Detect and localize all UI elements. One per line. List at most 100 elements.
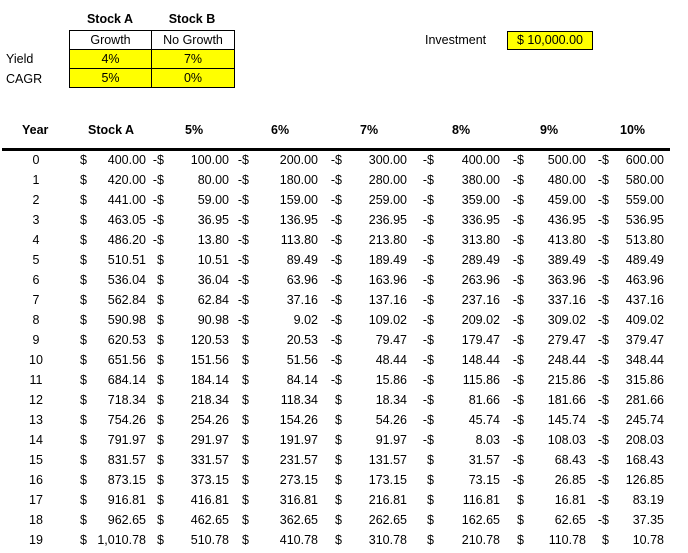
c6-value-cell[interactable]: 316.81 [258,490,318,510]
c8-value-cell[interactable]: 336.95 [440,210,500,230]
c6-value-cell[interactable]: 273.15 [258,470,318,490]
year-cell[interactable]: 15 [20,450,52,470]
year-cell[interactable]: 12 [20,390,52,410]
c9-value-cell[interactable]: 279.47 [526,330,586,350]
c10-value-cell[interactable]: 463.96 [604,270,664,290]
c7-value-cell[interactable]: 109.02 [347,310,407,330]
c10-value-cell[interactable]: 536.95 [604,210,664,230]
c6-value-cell[interactable]: 63.96 [258,270,318,290]
c9-value-cell[interactable]: 26.85 [526,470,586,490]
c6-value-cell[interactable]: 9.02 [258,310,318,330]
year-cell[interactable]: 7 [20,290,52,310]
c5-value-cell[interactable]: 100.00 [169,150,229,170]
c8-value-cell[interactable]: 359.00 [440,190,500,210]
year-cell[interactable]: 0 [20,150,52,170]
c8-value-cell[interactable]: 115.86 [440,370,500,390]
c8-value-cell[interactable]: 162.65 [440,510,500,530]
c9-value-cell[interactable]: 436.95 [526,210,586,230]
c7-value-cell[interactable]: 173.15 [347,470,407,490]
c7-value-cell[interactable]: 131.57 [347,450,407,470]
year-cell[interactable]: 16 [20,470,52,490]
c10-value-cell[interactable]: 315.86 [604,370,664,390]
c8-value-cell[interactable]: 81.66 [440,390,500,410]
year-cell[interactable]: 8 [20,310,52,330]
c7-value-cell[interactable]: 262.65 [347,510,407,530]
c9-value-cell[interactable]: 248.44 [526,350,586,370]
stock_a-value-cell[interactable]: 754.26 [86,410,146,430]
c9-value-cell[interactable]: 500.00 [526,150,586,170]
stock_a-value-cell[interactable]: 916.81 [86,490,146,510]
stock-b-cagr[interactable]: 0% [152,69,234,87]
c10-value-cell[interactable]: 559.00 [604,190,664,210]
c6-value-cell[interactable]: 136.95 [258,210,318,230]
c8-value-cell[interactable]: 73.15 [440,470,500,490]
c6-value-cell[interactable]: 159.00 [258,190,318,210]
c7-value-cell[interactable]: 280.00 [347,170,407,190]
stock_a-value-cell[interactable]: 620.53 [86,330,146,350]
c7-value-cell[interactable]: 163.96 [347,270,407,290]
c7-value-cell[interactable]: 137.16 [347,290,407,310]
stock_a-value-cell[interactable]: 1,010.78 [86,530,146,550]
investment-value[interactable]: $ 10,000.00 [507,31,593,50]
c5-value-cell[interactable]: 510.78 [169,530,229,550]
c5-value-cell[interactable]: 151.56 [169,350,229,370]
stock_a-value-cell[interactable]: 441.00 [86,190,146,210]
stock_a-value-cell[interactable]: 562.84 [86,290,146,310]
c10-value-cell[interactable]: 600.00 [604,150,664,170]
c10-value-cell[interactable]: 489.49 [604,250,664,270]
c7-value-cell[interactable]: 310.78 [347,530,407,550]
c9-value-cell[interactable]: 68.43 [526,450,586,470]
c5-value-cell[interactable]: 331.57 [169,450,229,470]
stock_a-value-cell[interactable]: 510.51 [86,250,146,270]
stock-a-type[interactable]: Growth [70,31,152,50]
c10-value-cell[interactable]: 513.80 [604,230,664,250]
c7-value-cell[interactable]: 259.00 [347,190,407,210]
c6-value-cell[interactable]: 20.53 [258,330,318,350]
c10-value-cell[interactable]: 409.02 [604,310,664,330]
c6-value-cell[interactable]: 84.14 [258,370,318,390]
c6-value-cell[interactable]: 191.97 [258,430,318,450]
c8-value-cell[interactable]: 116.81 [440,490,500,510]
c10-value-cell[interactable]: 168.43 [604,450,664,470]
c9-value-cell[interactable]: 215.86 [526,370,586,390]
c9-value-cell[interactable]: 108.03 [526,430,586,450]
c5-value-cell[interactable]: 373.15 [169,470,229,490]
c8-value-cell[interactable]: 380.00 [440,170,500,190]
c9-value-cell[interactable]: 413.80 [526,230,586,250]
c5-value-cell[interactable]: 62.84 [169,290,229,310]
c9-value-cell[interactable]: 309.02 [526,310,586,330]
c5-value-cell[interactable]: 254.26 [169,410,229,430]
stock_a-value-cell[interactable]: 791.97 [86,430,146,450]
c9-value-cell[interactable]: 16.81 [526,490,586,510]
stock_a-value-cell[interactable]: 651.56 [86,350,146,370]
c9-value-cell[interactable]: 110.78 [526,530,586,550]
c7-value-cell[interactable]: 213.80 [347,230,407,250]
c10-value-cell[interactable]: 208.03 [604,430,664,450]
c10-value-cell[interactable]: 437.16 [604,290,664,310]
c6-value-cell[interactable]: 89.49 [258,250,318,270]
c8-value-cell[interactable]: 179.47 [440,330,500,350]
c9-value-cell[interactable]: 181.66 [526,390,586,410]
year-cell[interactable]: 2 [20,190,52,210]
c6-value-cell[interactable]: 231.57 [258,450,318,470]
stock_a-value-cell[interactable]: 486.20 [86,230,146,250]
c8-value-cell[interactable]: 31.57 [440,450,500,470]
c10-value-cell[interactable]: 348.44 [604,350,664,370]
year-cell[interactable]: 13 [20,410,52,430]
c5-value-cell[interactable]: 218.34 [169,390,229,410]
c8-value-cell[interactable]: 8.03 [440,430,500,450]
c5-value-cell[interactable]: 120.53 [169,330,229,350]
c9-value-cell[interactable]: 459.00 [526,190,586,210]
c7-value-cell[interactable]: 91.97 [347,430,407,450]
c6-value-cell[interactable]: 154.26 [258,410,318,430]
c7-value-cell[interactable]: 48.44 [347,350,407,370]
year-cell[interactable]: 17 [20,490,52,510]
stock_a-value-cell[interactable]: 463.05 [86,210,146,230]
year-cell[interactable]: 3 [20,210,52,230]
c10-value-cell[interactable]: 245.74 [604,410,664,430]
stock_a-value-cell[interactable]: 718.34 [86,390,146,410]
c10-value-cell[interactable]: 37.35 [604,510,664,530]
c6-value-cell[interactable]: 113.80 [258,230,318,250]
c6-value-cell[interactable]: 37.16 [258,290,318,310]
c8-value-cell[interactable]: 209.02 [440,310,500,330]
